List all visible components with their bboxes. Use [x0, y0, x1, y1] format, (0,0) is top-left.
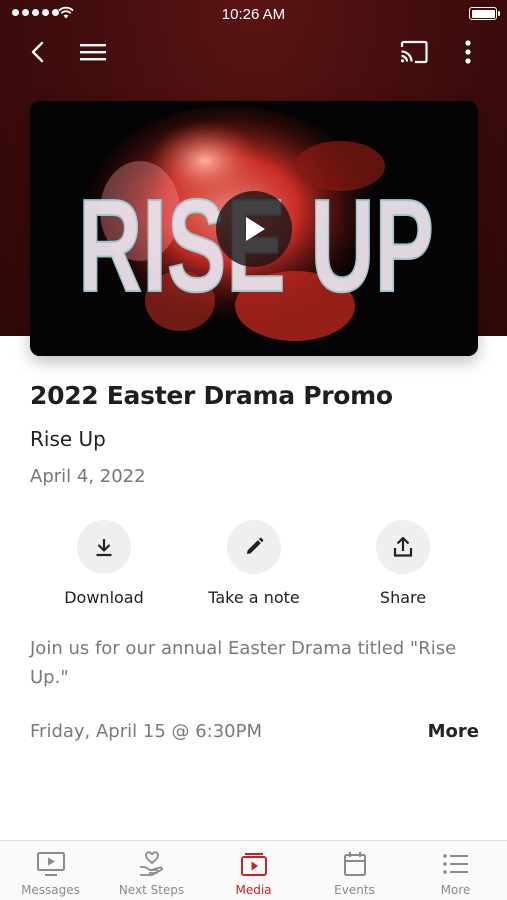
tab-events[interactable]: Events	[304, 841, 405, 900]
action-row: Download Take a note Share	[0, 520, 507, 610]
download-button[interactable]: Download	[29, 520, 179, 607]
tab-media[interactable]: Media	[203, 841, 304, 900]
tab-bar: Messages Next Steps Media Events More	[0, 840, 507, 900]
description-text: Join us for our annual Easter Drama titl…	[30, 638, 457, 688]
more-link[interactable]: More	[428, 721, 479, 742]
tab-label: Events	[334, 883, 375, 897]
calendar-icon	[341, 850, 369, 878]
media-title: 2022 Easter Drama Promo	[30, 381, 393, 410]
status-time: 10:26 AM	[221, 6, 286, 23]
tab-label: Media	[235, 883, 272, 897]
tab-messages[interactable]: Messages	[0, 841, 101, 900]
video-player[interactable]: RISE UP	[30, 101, 478, 356]
download-icon	[77, 520, 131, 574]
tab-more[interactable]: More	[405, 841, 506, 900]
share-label: Share	[379, 588, 427, 607]
cast-icon[interactable]	[396, 34, 432, 70]
battery-icon	[469, 7, 500, 20]
play-button[interactable]	[216, 191, 292, 267]
event-date: Friday, April 15 @ 6:30PM	[30, 721, 263, 742]
tab-next-steps[interactable]: Next Steps	[101, 841, 202, 900]
share-button[interactable]: Share	[328, 520, 478, 607]
media-icon	[239, 850, 269, 878]
top-nav	[0, 30, 507, 74]
back-icon[interactable]	[20, 34, 56, 70]
more-vertical-icon[interactable]	[450, 34, 486, 70]
series-name: Rise Up	[30, 427, 106, 451]
tv-play-icon	[36, 850, 66, 878]
menu-icon[interactable]	[75, 34, 111, 70]
play-icon	[246, 217, 265, 241]
download-label: Download	[64, 588, 144, 607]
tab-label: Messages	[21, 883, 80, 897]
status-bar: 10:26 AM	[0, 0, 507, 28]
pencil-icon	[227, 520, 281, 574]
list-icon	[441, 850, 471, 878]
take-a-note-button[interactable]: Take a note	[179, 520, 329, 607]
publish-date: April 4, 2022	[30, 466, 146, 487]
share-icon	[376, 520, 430, 574]
tab-label: Next Steps	[118, 883, 185, 897]
tab-label: More	[440, 883, 471, 897]
take-a-note-label: Take a note	[208, 588, 300, 607]
heart-hand-icon	[137, 850, 167, 878]
